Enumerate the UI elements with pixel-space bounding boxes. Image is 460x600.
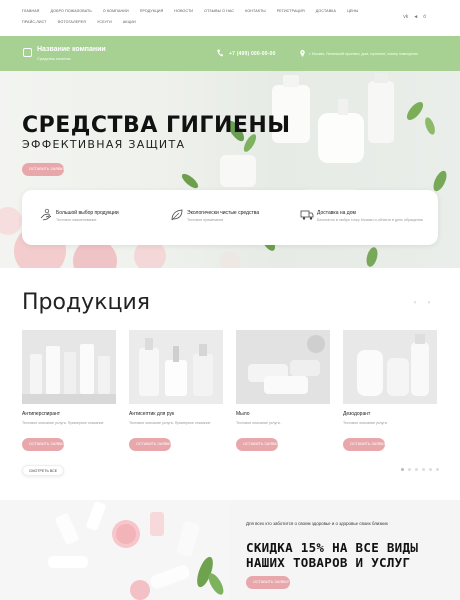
- product-request-button[interactable]: Оставить заявку: [22, 438, 65, 451]
- product-image[interactable]: [129, 330, 223, 404]
- company-tagline: Средства гигиены: [37, 56, 71, 61]
- pagination-dot[interactable]: [422, 468, 425, 471]
- hero-request-button[interactable]: Оставить заявку: [22, 163, 65, 176]
- nav-link[interactable]: Контакты: [245, 9, 266, 13]
- carousel-next-button[interactable]: ›: [428, 300, 430, 306]
- hero-subtitle: ЭФФЕКТИВНАЯ ЗАЩИТА: [22, 138, 186, 151]
- product-card[interactable]: Антиперспирант Тестовое описание услуги.…: [22, 330, 116, 451]
- social-links: vk ◄ ö: [403, 14, 426, 20]
- pagination-dot[interactable]: [408, 468, 411, 471]
- promo-image: [0, 500, 230, 600]
- product-request-button[interactable]: Оставить заявку: [129, 438, 172, 451]
- nav-link[interactable]: Регистрация: [277, 9, 305, 13]
- product-image[interactable]: [22, 330, 116, 404]
- product-desc: Тестовое описание услуги.: [343, 421, 388, 425]
- product-card[interactable]: Антисептик для рук Тестовое описание усл…: [129, 330, 223, 451]
- nav-link[interactable]: Главная: [22, 9, 40, 13]
- pagination-dot[interactable]: [415, 468, 418, 471]
- show-all-button[interactable]: Смотреть все: [22, 465, 65, 476]
- product-name[interactable]: Дезодорант: [343, 411, 370, 417]
- product-request-button[interactable]: Оставить заявку: [343, 438, 386, 451]
- phone-number[interactable]: +7 (499) 000-00-00: [229, 51, 276, 57]
- nav-link[interactable]: Добро пожаловать: [51, 9, 92, 13]
- product-desc: Тестовое описание услуги. Примерное опис…: [22, 421, 104, 425]
- telegram-icon[interactable]: ◄: [413, 14, 418, 20]
- carousel-prev-button[interactable]: ‹: [414, 300, 416, 306]
- address: г. Москва, Ленинский проспект, дом, стро…: [309, 52, 419, 56]
- nav-link[interactable]: Услуги: [97, 20, 112, 24]
- nav-link[interactable]: О компании: [103, 9, 129, 13]
- feature-desc: Бесплатно в любую точку Москвы и области…: [317, 218, 423, 222]
- top-navigation: Главная Добро пожаловать О компании Продукц…: [0, 0, 460, 36]
- pagination-dot[interactable]: [401, 468, 404, 471]
- promo-title: СКИДКА 15% НА ВСЕ ВИДЫ НАШИХ ТОВАРОВ И У…: [246, 540, 419, 570]
- carousel-pagination: [401, 468, 439, 471]
- product-desc: Тестовое описание услуги. Примерное опис…: [129, 421, 211, 425]
- nav-link[interactable]: Доставка: [316, 9, 336, 13]
- company-name[interactable]: Название компании: [37, 46, 106, 53]
- features-card: Большой выбор продукции Тестовое наимено…: [22, 190, 438, 245]
- nav-link[interactable]: Прайс-лист: [22, 20, 47, 24]
- product-name[interactable]: Антиперспирант: [22, 411, 60, 417]
- promo-note: Для всех кто заботится о своем здоровье …: [246, 521, 388, 526]
- promo-section: Для всех кто заботится о своем здоровье …: [0, 500, 460, 600]
- product-card[interactable]: Дезодорант Тестовое описание услуги. Ост…: [343, 330, 437, 451]
- location-pin-icon: [300, 50, 305, 57]
- ok-icon[interactable]: ö: [423, 14, 426, 20]
- truck-icon: [300, 210, 314, 220]
- feature-title: Экологически чистые средства: [187, 210, 260, 216]
- feature-desc: Тестовое примечание: [187, 218, 224, 222]
- hero-title: СРЕДСТВА ГИГИЕНЫ: [22, 113, 291, 138]
- product-card[interactable]: Мыло Тестовое описание услуги. Оставить …: [236, 330, 330, 451]
- product-image[interactable]: [236, 330, 330, 404]
- vk-icon[interactable]: vk: [403, 14, 408, 20]
- hand-icon: [40, 208, 52, 221]
- nav-link[interactable]: Фотогалерея: [58, 20, 86, 24]
- product-desc: Тестовое описание услуги.: [236, 421, 281, 425]
- product-request-button[interactable]: Оставить заявку: [236, 438, 279, 451]
- pagination-dot[interactable]: [429, 468, 432, 471]
- leaf-icon: [171, 209, 183, 221]
- nav-link[interactable]: Отзывы о нас: [204, 9, 234, 13]
- promo-request-button[interactable]: Оставить заявку: [246, 576, 290, 589]
- feature-desc: Тестовое наименование: [56, 218, 97, 222]
- feature-title: Доставка на дом: [317, 210, 356, 216]
- nav-link[interactable]: Цены: [347, 9, 358, 13]
- products-heading: Продукция: [22, 290, 150, 315]
- nav-links: Главная Добро пожаловать О компании Продукц…: [22, 9, 362, 24]
- nav-link[interactable]: Новости: [174, 9, 193, 13]
- feature-title: Большой выбор продукции: [56, 210, 119, 216]
- nav-link[interactable]: Продукция: [140, 9, 164, 13]
- product-image[interactable]: [343, 330, 437, 404]
- header-bar: Название компании Средства гигиены +7 (4…: [0, 36, 460, 71]
- pagination-dot[interactable]: [436, 468, 439, 471]
- logo-icon[interactable]: [23, 48, 32, 57]
- product-name[interactable]: Мыло: [236, 411, 250, 417]
- nav-link[interactable]: Акции: [123, 20, 136, 24]
- phone-icon: [217, 49, 223, 57]
- product-name[interactable]: Антисептик для рук: [129, 411, 174, 417]
